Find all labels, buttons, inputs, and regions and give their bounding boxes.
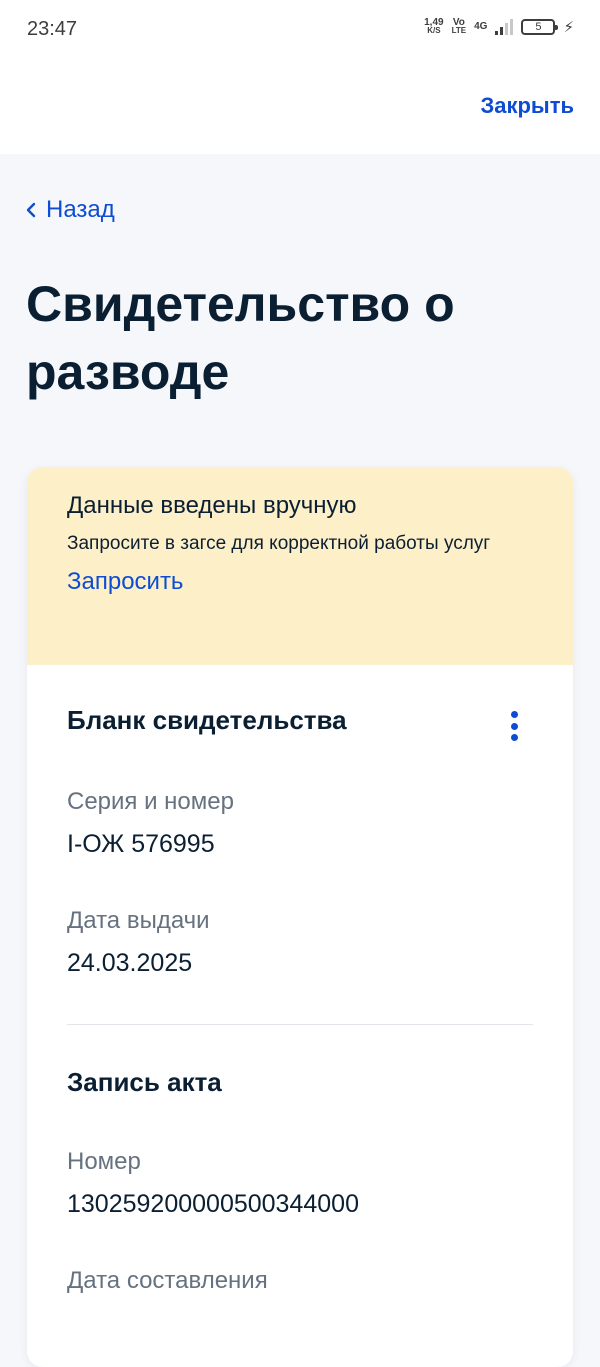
volte-indicator: Vo LTE xyxy=(451,17,467,35)
field-label: Серия и номер xyxy=(67,788,234,815)
field-label: Номер xyxy=(67,1148,141,1175)
manual-data-notice: Данные введены вручную Запросите в загсе… xyxy=(27,467,573,665)
status-bar: 23:47 1,49 K/S Vo LTE 4G 5 ⚡ xyxy=(0,0,600,62)
field-value: 24.03.2025 xyxy=(67,949,193,977)
certificate-blank-section: Бланк свидетельства Серия и номер I-ОЖ 5… xyxy=(27,665,573,1024)
status-time: 23:47 xyxy=(27,18,78,40)
back-label: Назад xyxy=(46,196,115,223)
document-card: Данные введены вручную Запросите в загсе… xyxy=(27,467,573,1367)
signal-strength-icon xyxy=(495,19,514,35)
battery-level: 5 xyxy=(535,21,542,33)
field-label: Дата выдачи xyxy=(67,907,210,934)
status-icons: 1,49 K/S Vo LTE 4G 5 ⚡ xyxy=(424,17,574,37)
request-link[interactable]: Запросить xyxy=(67,565,183,599)
charging-icon: ⚡ xyxy=(563,19,574,36)
notice-text: Запросите в загсе для корректной работы … xyxy=(67,533,491,554)
field-value: 130259200000500344000 xyxy=(67,1190,359,1218)
page-title: Свидетельство о разводе xyxy=(26,276,455,400)
field-value: I-ОЖ 576995 xyxy=(67,830,215,858)
top-bar: Закрыть xyxy=(0,62,600,154)
network-type-indicator: 4G xyxy=(474,21,488,32)
record-number-field: Номер 130259200000500344000 xyxy=(67,1148,533,1219)
field-label: Дата составления xyxy=(67,1267,268,1294)
close-button[interactable]: Закрыть xyxy=(480,93,574,119)
back-button[interactable]: Назад xyxy=(26,196,115,224)
issue-date-field: Дата выдачи 24.03.2025 xyxy=(67,907,533,978)
compiled-date-field: Дата составления xyxy=(67,1267,533,1295)
chevron-left-icon xyxy=(26,202,36,218)
more-options-icon[interactable] xyxy=(509,711,519,741)
notice-title: Данные введены вручную xyxy=(67,492,357,519)
section-title: Бланк свидетельства xyxy=(67,705,347,735)
battery-icon: 5 xyxy=(521,19,559,35)
section-title: Запись акта xyxy=(67,1067,222,1097)
network-speed-indicator: 1,49 K/S xyxy=(424,17,444,35)
series-field: Серия и номер I-ОЖ 576995 xyxy=(67,788,533,859)
act-record-section: Запись акта Номер 130259200000500344000 … xyxy=(27,1025,573,1295)
